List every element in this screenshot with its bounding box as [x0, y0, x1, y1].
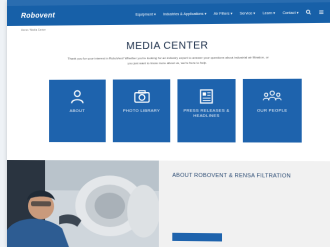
menu-icon[interactable]: [319, 10, 324, 16]
nav-item-equipment[interactable]: Equipment ▾: [135, 12, 155, 16]
card-press-releases[interactable]: PRESS RELEASES & HEADLINES: [177, 79, 236, 143]
nav-item-contact[interactable]: Contact ▾: [283, 11, 299, 15]
about-title: ABOUT ROBOVENT & RENSA FILTRATION: [172, 172, 291, 180]
card-title: ABOUT: [69, 107, 86, 113]
nav-item-learn[interactable]: Learn ▾: [263, 11, 276, 15]
search-icon[interactable]: [306, 10, 311, 16]
page-title: MEDIA CENTER: [126, 40, 209, 53]
media-center-page: Robovent Equipment ▾ Industries & Applic…: [7, 0, 330, 247]
about-text: [172, 185, 299, 186]
nav-item-industries[interactable]: Industries & Applications ▾: [163, 12, 206, 17]
breadcrumb[interactable]: Home / Media Center: [21, 29, 46, 32]
robovent-logo[interactable]: Robovent: [21, 12, 55, 19]
id-card-icon: [49, 87, 106, 107]
worker-photo: [7, 160, 159, 247]
about-learn-more-button[interactable]: [172, 232, 223, 242]
team-icon: [243, 86, 302, 107]
card-our-people[interactable]: OUR PEOPLE: [242, 78, 302, 143]
intro-text: Thank you for your interest in RoboVent!…: [67, 55, 269, 65]
card-photo-library[interactable]: PHOTO LIBRARY: [112, 79, 171, 143]
card-title: PHOTO LIBRARY: [122, 107, 161, 113]
newspaper-icon: [177, 86, 235, 107]
nav-item-service[interactable]: Service ▾: [240, 11, 255, 15]
card-about[interactable]: ABOUT: [49, 79, 106, 143]
nav-menu: Equipment ▾ Industries & Applications ▾ …: [135, 10, 324, 18]
nav-item-air-filters[interactable]: Air Filters ▾: [214, 12, 233, 16]
main-nav: Robovent Equipment ▾ Industries & Applic…: [7, 2, 330, 26]
about-section: ABOUT ROBOVENT & RENSA FILTRATION: [7, 160, 330, 247]
camera-icon: [113, 86, 170, 106]
card-title: OUR PEOPLE: [256, 107, 288, 113]
card-title: PRESS RELEASES & HEADLINES: [183, 107, 230, 118]
media-cards: ABOUT PHOTO LIBRARY PRESS RELEASES & HEA…: [49, 78, 302, 143]
